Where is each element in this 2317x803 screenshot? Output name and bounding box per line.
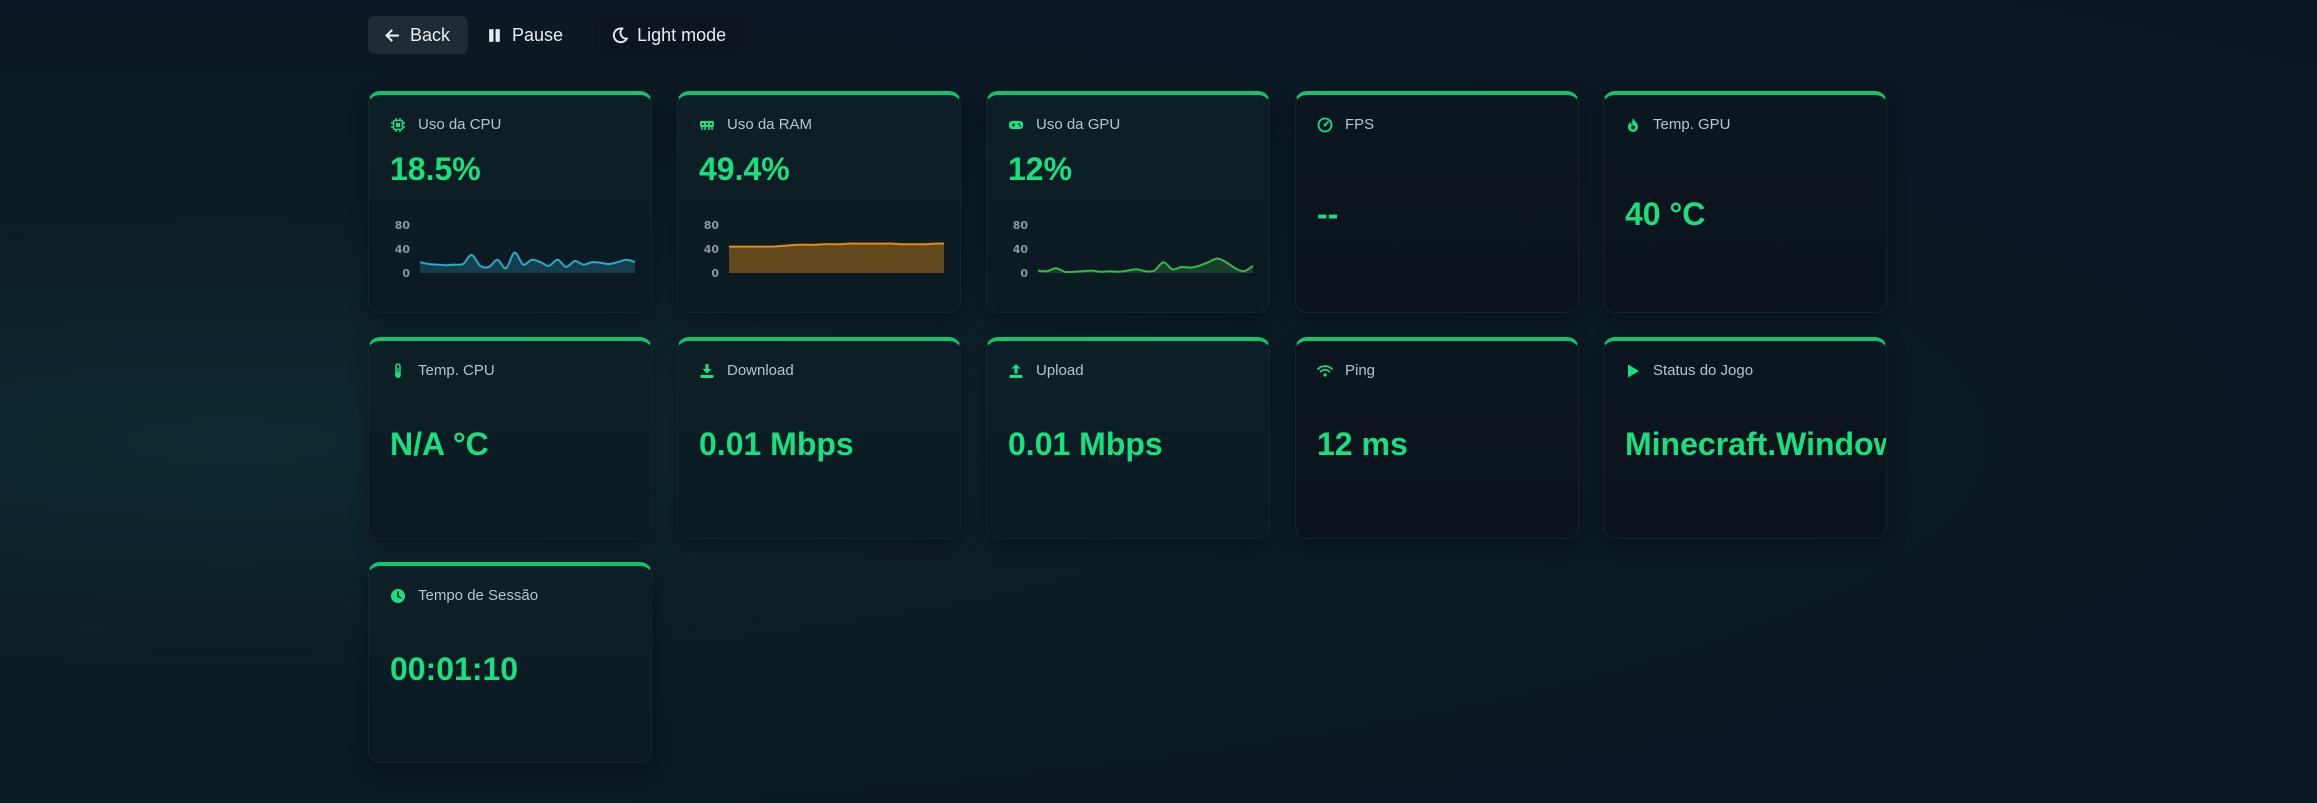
game-status-card: Status do Jogo Minecraft.Windows xyxy=(1603,337,1887,539)
ping-value: 12 ms xyxy=(1317,426,1408,462)
pause-icon xyxy=(489,28,500,42)
fps-card: FPS -- xyxy=(1295,91,1579,313)
toolbar: Back Pause Light mode xyxy=(368,16,745,54)
fps-value: -- xyxy=(1317,196,1339,232)
card-header: Tempo de Sessão xyxy=(390,587,538,604)
y-tick-label: 40 xyxy=(704,243,720,256)
back-button-label: Back xyxy=(410,24,451,45)
y-tick-label: 0 xyxy=(1020,267,1028,279)
session-time-value: 00:01:10 xyxy=(390,651,519,687)
flame-icon xyxy=(1628,117,1638,132)
play-icon xyxy=(1628,364,1639,377)
cpu-usage-card: Uso da CPU 18.5% 80 40 0 xyxy=(368,91,652,313)
card-header: Upload xyxy=(1008,362,1084,379)
y-tick-label: 80 xyxy=(1013,219,1029,232)
ping-card: Ping 12 ms xyxy=(1295,337,1579,539)
session-time-card: Tempo de Sessão 00:01:10 xyxy=(368,562,652,763)
gpu-usage-sparkline: 80 40 0 xyxy=(1013,219,1254,279)
theme-toggle-button[interactable]: Light mode xyxy=(595,16,745,54)
sparkline-area xyxy=(729,243,944,273)
download-value: 0.01 Mbps xyxy=(699,426,854,462)
gamepad-icon xyxy=(1009,120,1023,129)
ping-label: Ping xyxy=(1345,362,1376,379)
gpu-temp-card: Temp. GPU 40 °C xyxy=(1603,91,1887,313)
cpu-chip-icon xyxy=(391,117,405,132)
ram-usage-sparkline: 80 40 0 xyxy=(704,219,945,279)
gauge-icon xyxy=(1317,117,1333,132)
download-label: Download xyxy=(727,362,794,379)
y-tick-label: 80 xyxy=(395,219,411,232)
gpu-temp-label: Temp. GPU xyxy=(1653,116,1731,133)
card-header: Uso da GPU xyxy=(1008,116,1120,133)
card-header: Download xyxy=(699,362,794,379)
cpu-temp-label: Temp. CPU xyxy=(418,362,495,379)
cpu-usage-label: Uso da CPU xyxy=(418,116,502,133)
card-header: Uso da CPU xyxy=(390,116,501,133)
ram-usage-card: Uso da RAM 49.4% 80 40 0 xyxy=(677,91,961,313)
pause-button-label: Pause xyxy=(512,24,564,45)
upload-card: Upload 0.01 Mbps xyxy=(986,337,1270,539)
moon-icon xyxy=(612,27,629,43)
y-tick-label: 0 xyxy=(402,267,410,279)
y-tick-label: 40 xyxy=(1013,243,1029,256)
gpu-usage-card: Uso da GPU 12% 80 40 0 xyxy=(986,91,1270,313)
thermometer-icon xyxy=(395,362,401,378)
cpu-usage-sparkline: 80 40 0 xyxy=(395,219,636,279)
download-icon xyxy=(700,363,714,378)
upload-icon xyxy=(1009,363,1023,378)
back-button[interactable]: Back xyxy=(368,16,469,54)
y-tick-label: 40 xyxy=(395,243,411,256)
cpu-temp-value: N/A °C xyxy=(390,426,489,462)
memory-icon xyxy=(700,120,714,130)
clock-icon xyxy=(391,588,405,603)
card-header: Status do Jogo xyxy=(1625,362,1753,379)
pause-button[interactable]: Pause xyxy=(482,16,581,54)
game-status-value: Minecraft.Windows xyxy=(1625,426,1886,462)
y-tick-label: 0 xyxy=(711,267,719,279)
upload-value: 0.01 Mbps xyxy=(1008,426,1163,462)
card-header: Temp. CPU xyxy=(390,362,495,379)
ram-usage-label: Uso da RAM xyxy=(727,116,813,133)
arrow-left-icon xyxy=(385,28,399,42)
download-card: Download 0.01 Mbps xyxy=(677,337,961,539)
cpu-usage-value: 18.5% xyxy=(390,151,481,187)
fps-label: FPS xyxy=(1345,116,1375,133)
cpu-temp-card: Temp. CPU N/A °C xyxy=(368,337,652,539)
card-header: FPS xyxy=(1317,116,1374,133)
game-status-label: Status do Jogo xyxy=(1653,362,1754,379)
ram-usage-value: 49.4% xyxy=(699,151,790,187)
y-tick-label: 80 xyxy=(704,219,720,232)
gpu-usage-value: 12% xyxy=(1008,151,1073,187)
upload-label: Upload xyxy=(1036,362,1084,379)
gpu-temp-value: 40 °C xyxy=(1625,196,1706,232)
theme-toggle-label: Light mode xyxy=(637,24,727,45)
card-header: Ping xyxy=(1317,362,1375,379)
session-time-label: Tempo de Sessão xyxy=(418,587,539,604)
card-header: Temp. GPU xyxy=(1625,116,1731,133)
wifi-icon xyxy=(1317,364,1333,377)
gpu-usage-label: Uso da GPU xyxy=(1036,116,1121,133)
card-header: Uso da RAM xyxy=(699,116,812,133)
